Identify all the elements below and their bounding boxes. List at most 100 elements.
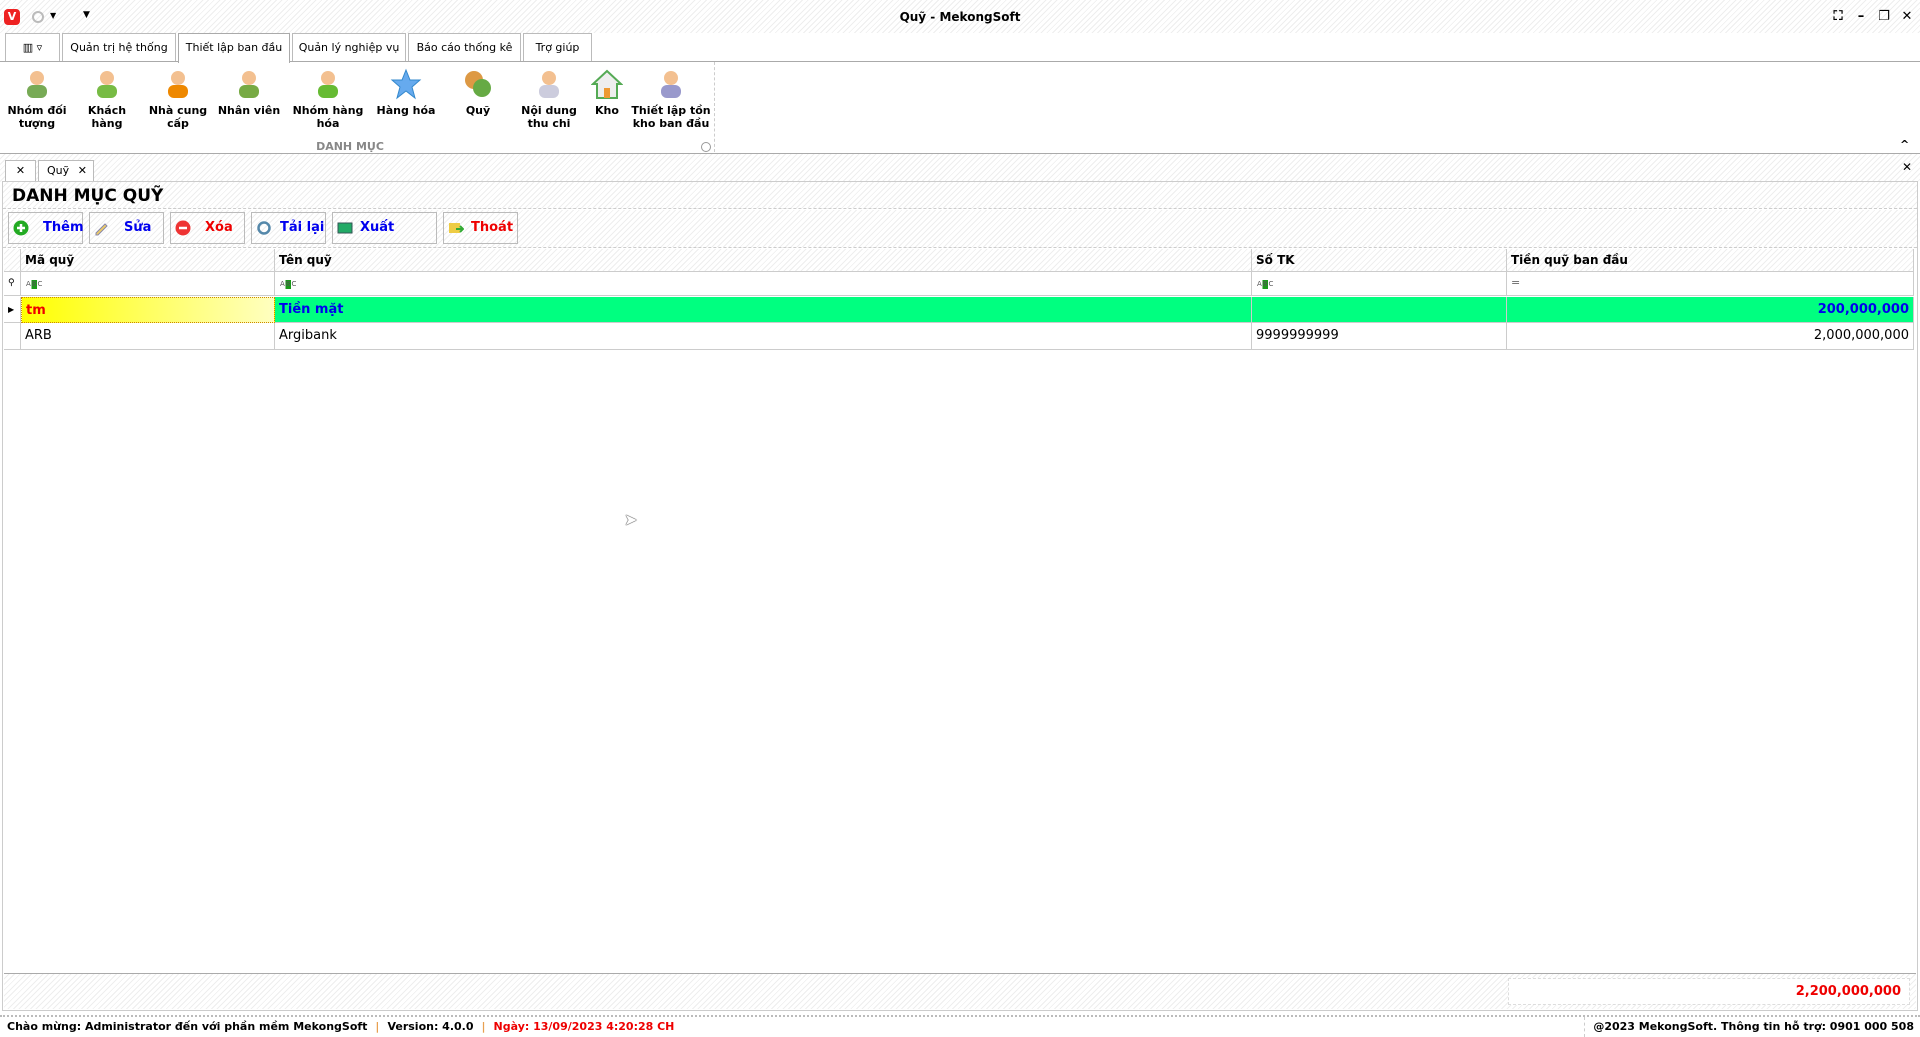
- table-cell-code[interactable]: ARB: [21, 323, 275, 350]
- tab-bao-cao-thong-ke[interactable]: Báo cáo thống kê: [408, 33, 521, 62]
- ribbon-item-label: Khách: [87, 104, 127, 117]
- ribbon-item-0[interactable]: Nhóm đối tượng: [2, 68, 72, 130]
- minimize-icon[interactable]: –: [1852, 8, 1870, 26]
- table-cell-account[interactable]: 9999999999: [1252, 323, 1507, 350]
- table-cell-code[interactable]: tm: [21, 297, 275, 323]
- ribbon-item-3[interactable]: Nhân viên: [213, 68, 285, 117]
- delete-button[interactable]: Xóa: [170, 212, 245, 244]
- ribbon-item-label: Nhân viên: [217, 104, 281, 117]
- filter-row-icon: ⚲: [4, 272, 21, 296]
- tab-thiet-lap-ban-dau[interactable]: Thiết lập ban đầu: [178, 33, 290, 63]
- welcome-text: Chào mừng: Administrator đến với phần mề…: [7, 1020, 368, 1033]
- filter-so-tk[interactable]: ABC: [1252, 272, 1507, 296]
- version-text: Version: 4.0.0: [387, 1020, 474, 1033]
- abc-filter-icon: ABC: [279, 280, 299, 289]
- delete-label: Xóa: [205, 220, 233, 235]
- col-header-so-tk[interactable]: Số TK: [1252, 249, 1507, 272]
- ribbon: Nhóm đối tượng Khách hàng Nhà cung cấp Nhân vi…: [0, 61, 1920, 154]
- ribbon-item-6[interactable]: Quỹ: [452, 68, 504, 117]
- fullscreen-icon[interactable]: ⛶: [1829, 8, 1847, 26]
- ribbon-item-label-2: kho ban đầu: [632, 117, 710, 130]
- support-text: @2023 MekongSoft. Thông tin hỗ trợ: 0901…: [1584, 1017, 1914, 1037]
- page-title: DANH MỤC QUỸ: [12, 186, 164, 206]
- group-divider: [714, 62, 715, 152]
- ribbon-item-8[interactable]: Kho: [584, 68, 630, 117]
- doc-tab-quy[interactable]: Quỹ ✕: [38, 160, 94, 182]
- ribbon-item-2[interactable]: Nhà cung cấp: [142, 68, 214, 130]
- total-amount: 2,200,000,000: [1508, 978, 1910, 1005]
- ribbon-item-label-2: cấp: [167, 117, 189, 130]
- ribbon-item-label: Nhà cung: [148, 104, 208, 117]
- row-indicator-current[interactable]: ▶: [4, 297, 21, 323]
- col-header-ten-quy[interactable]: Tên quỹ: [275, 249, 1252, 272]
- group-dialog-launcher-icon[interactable]: [701, 142, 711, 152]
- close-document-icon[interactable]: ✕: [1902, 160, 1912, 174]
- restore-icon[interactable]: ❐: [1875, 8, 1893, 26]
- excel-icon: [337, 222, 353, 234]
- table-cell-name[interactable]: Tiền mặt: [275, 297, 1252, 323]
- reload-button[interactable]: Tải lại: [251, 212, 326, 244]
- abc-filter-icon: ABC: [1256, 280, 1276, 289]
- filter-tien-quy[interactable]: =: [1507, 272, 1914, 296]
- plus-circle-icon: [13, 220, 29, 236]
- ribbon-item-label-2: thu chi: [527, 117, 571, 130]
- ribbon-item-label: Hàng hóa: [376, 104, 436, 117]
- abc-filter-icon: ABC: [25, 280, 45, 289]
- table-cell-amount[interactable]: 200,000,000: [1507, 297, 1914, 323]
- ribbon-item-9[interactable]: Thiết lập tồn kho ban đầu: [628, 68, 714, 130]
- ribbon-item-label: Kho: [595, 104, 619, 117]
- document-add-icon: [539, 71, 559, 98]
- columns-icon: [661, 71, 681, 98]
- date-text: Ngày: 13/09/2023 4:20:28 CH: [493, 1020, 675, 1033]
- col-header-tien-quy[interactable]: Tiền quỹ ban đầu: [1507, 249, 1914, 272]
- status-bar: Chào mừng: Administrator đến với phần mề…: [0, 1015, 1920, 1037]
- app-menu-button[interactable]: ▥ ▿: [5, 33, 60, 62]
- exit-button[interactable]: Thoát: [443, 212, 518, 244]
- add-button[interactable]: Thêm: [8, 212, 84, 244]
- document-tabs: ✕ Quỹ ✕ ✕: [0, 154, 1920, 182]
- ribbon-item-label: Nội dung: [521, 104, 577, 117]
- doc-tab-label: Quỹ: [47, 164, 70, 177]
- ribbon-item-label: Nhóm hàng: [292, 104, 364, 117]
- reload-label: Tải lại: [280, 220, 325, 235]
- filter-ten-quy[interactable]: ABC: [275, 272, 1252, 296]
- ribbon-item-7[interactable]: Nội dung thu chi: [516, 68, 582, 130]
- close-tab-icon[interactable]: ✕: [78, 161, 87, 181]
- close-icon[interactable]: ✕: [1898, 8, 1916, 26]
- edit-button[interactable]: Sửa: [89, 212, 164, 244]
- close-all-tabs-button[interactable]: ✕: [5, 160, 36, 182]
- export-excel-button[interactable]: Xuất excel: [332, 212, 437, 265]
- row-indicator[interactable]: [4, 323, 21, 350]
- tab-tro-giup[interactable]: Trợ giúp: [523, 33, 592, 62]
- filter-ma-quy[interactable]: ABC: [21, 272, 275, 296]
- ribbon-item-label: Nhóm đối: [7, 104, 67, 117]
- tab-quan-tri-he-thong[interactable]: Quản trị hệ thống: [62, 33, 176, 62]
- warehouse-icon: [591, 69, 623, 99]
- ribbon-item-1[interactable]: Khách hàng: [76, 68, 138, 130]
- coins-icon: [465, 71, 491, 97]
- ribbon-item-4[interactable]: Nhóm hàng hóa: [288, 68, 368, 130]
- customer-icon: [97, 71, 117, 98]
- equals-filter-icon: =: [1511, 276, 1521, 289]
- add-label: Thêm: [43, 220, 84, 235]
- ribbon-item-5[interactable]: Hàng hóa: [372, 68, 440, 117]
- row-indicator-header: [4, 249, 21, 272]
- mouse-cursor-icon: ➤: [624, 510, 638, 529]
- collapse-ribbon-icon[interactable]: ^: [1900, 138, 1909, 151]
- window-title: Quỹ - MekongSoft: [899, 10, 1021, 24]
- ribbon-item-label: Quỹ: [465, 104, 491, 117]
- group-label: DANH MỤC: [316, 140, 384, 153]
- ribbon-item-label-2: hóa: [316, 117, 340, 130]
- ribbon-item-label-2: tượng: [18, 117, 56, 130]
- col-header-ma-quy[interactable]: Mã quỹ: [21, 249, 275, 272]
- ribbon-item-label-2: hàng: [91, 117, 123, 130]
- tab-quan-ly-nghiep-vu[interactable]: Quản lý nghiệp vụ: [292, 33, 406, 62]
- edit-label: Sửa: [124, 220, 152, 235]
- title-bar: V ▼ ▼ Quỹ - MekongSoft ⛶ – ❐ ✕: [0, 0, 1920, 33]
- users-group-icon: [27, 71, 47, 98]
- product-group-icon: [318, 71, 338, 98]
- table-cell-account[interactable]: [1252, 297, 1507, 323]
- table-cell-name[interactable]: Argibank: [275, 323, 1252, 350]
- table-cell-amount[interactable]: 2,000,000,000: [1507, 323, 1914, 350]
- exit-label: Thoát: [471, 220, 514, 235]
